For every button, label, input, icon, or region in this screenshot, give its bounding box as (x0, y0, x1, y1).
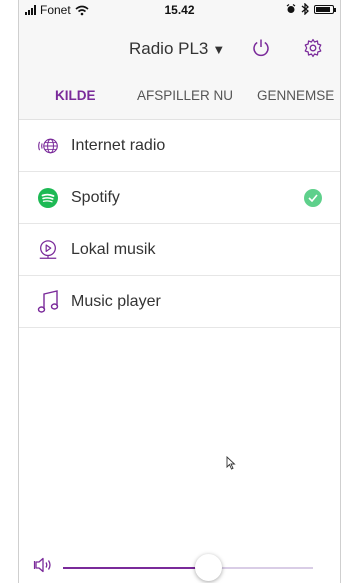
tab-gennemse[interactable]: GENNEMSE (257, 88, 334, 103)
device-name: Radio PL3 (129, 39, 209, 58)
power-icon[interactable] (251, 38, 271, 58)
source-label: Spotify (71, 188, 120, 206)
app-frame: Fonet 15.42 Radio PL3 ▼ KILDE AFSPILLER … (18, 0, 341, 583)
music-note-icon (37, 289, 59, 313)
header: Radio PL3 ▼ (19, 22, 340, 74)
status-right (286, 3, 336, 15)
source-list: Internet radio Spotify Lokal musik Music… (19, 120, 340, 328)
tab-bar: KILDE AFSPILLER NU GENNEMSE (19, 74, 340, 120)
device-selector[interactable]: Radio PL3 ▼ (129, 39, 225, 59)
speaker-icon[interactable] (33, 554, 55, 576)
tab-afspiller-nu[interactable]: AFSPILLER NU (137, 88, 233, 103)
status-bar: Fonet 15.42 (19, 0, 340, 22)
source-item-music-player[interactable]: Music player (19, 276, 340, 328)
source-label: Lokal musik (71, 240, 156, 258)
media-server-icon (37, 239, 59, 261)
volume-slider-knob[interactable] (195, 554, 222, 581)
chevron-down-icon: ▼ (212, 41, 226, 57)
spotify-icon (37, 187, 59, 209)
gear-icon[interactable] (303, 38, 323, 58)
source-label: Internet radio (71, 136, 166, 154)
volume-slider[interactable] (63, 567, 313, 569)
source-item-lokal-musik[interactable]: Lokal musik (19, 224, 340, 276)
battery-icon (314, 4, 336, 14)
source-label: Music player (71, 292, 161, 310)
mouse-pointer-icon (226, 456, 236, 470)
checkmark-icon (304, 189, 322, 207)
volume-bar (19, 548, 340, 582)
bluetooth-icon (301, 3, 309, 15)
volume-slider-fill (63, 567, 208, 569)
source-item-spotify[interactable]: Spotify (19, 172, 340, 224)
source-item-internet-radio[interactable]: Internet radio (19, 120, 340, 172)
tab-kilde[interactable]: KILDE (55, 88, 96, 103)
alarm-icon (286, 4, 296, 13)
globe-radio-icon (37, 135, 59, 157)
